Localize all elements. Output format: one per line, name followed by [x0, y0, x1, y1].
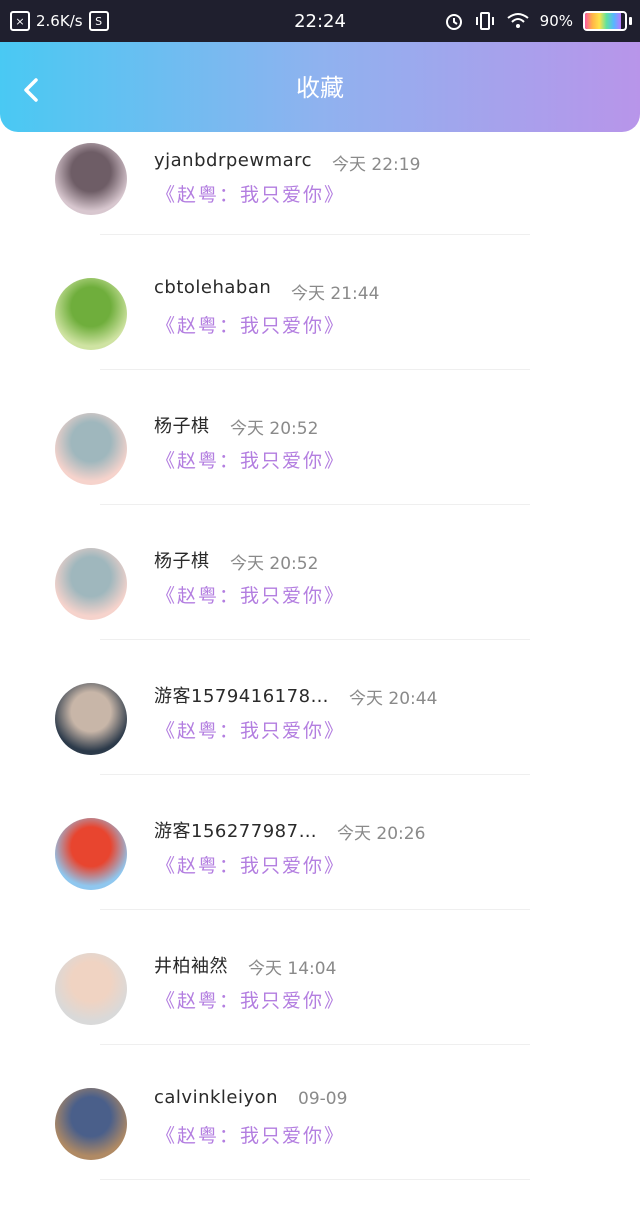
list-item[interactable]: yjanbdrpewmarc 今天 22:19 《赵粤：我只爱你》 [0, 143, 640, 235]
page-title: 收藏 [296, 74, 344, 102]
list-item[interactable]: 游客156277987… 今天 20:26 《赵粤：我只爱你》 [0, 775, 640, 910]
timestamp: 09-09 [298, 1089, 348, 1109]
avatar[interactable] [55, 953, 127, 1025]
timestamp: 今天 22:19 [332, 155, 421, 175]
header: 收藏 [0, 42, 640, 132]
avatar[interactable] [55, 1088, 127, 1160]
song-title[interactable]: 《赵粤：我只爱你》 [156, 851, 345, 878]
song-title[interactable]: 《赵粤：我只爱你》 [156, 581, 345, 608]
avatar[interactable] [55, 143, 127, 215]
user-name: 杨子棋 [154, 416, 210, 437]
list-item[interactable]: 井柏袖然 今天 14:04 《赵粤：我只爱你》 [0, 910, 640, 1045]
user-name: 杨子棋 [154, 551, 210, 572]
list-item[interactable]: calvinkleiyon 09-09 《赵粤：我只爱你》 [0, 1045, 640, 1180]
user-name: 游客156277987… [154, 821, 318, 842]
list-item[interactable]: 游客1579416178… 今天 20:44 《赵粤：我只爱你》 [0, 640, 640, 775]
timestamp: 今天 21:44 [291, 284, 380, 304]
avatar[interactable] [55, 683, 127, 755]
list-item[interactable]: 杨子棋 今天 20:52 《赵粤：我只爱你》 [0, 505, 640, 640]
song-title[interactable]: 《赵粤：我只爱你》 [156, 986, 345, 1013]
avatar[interactable] [55, 413, 127, 485]
timestamp: 今天 14:04 [248, 959, 337, 979]
user-name: yjanbdrpewmarc [154, 150, 313, 171]
timestamp: 今天 20:52 [230, 419, 319, 439]
timestamp: 今天 20:52 [230, 554, 319, 574]
status-right: 90% [444, 0, 632, 42]
avatar[interactable] [55, 548, 127, 620]
battery-tip [629, 17, 632, 25]
wifi-icon [507, 13, 529, 28]
avatar[interactable] [55, 278, 127, 350]
timestamp: 今天 20:26 [337, 824, 426, 844]
battery-icon [583, 11, 627, 31]
song-title[interactable]: 《赵粤：我只爱你》 [156, 716, 345, 743]
user-name: cbtolehaban [154, 277, 272, 298]
song-title[interactable]: 《赵粤：我只爱你》 [156, 180, 345, 207]
song-title[interactable]: 《赵粤：我只爱你》 [156, 446, 345, 473]
avatar[interactable] [55, 818, 127, 890]
user-name: 游客1579416178… [154, 686, 330, 707]
song-title[interactable]: 《赵粤：我只爱你》 [156, 311, 345, 338]
status-bar: × 2.6K/s S 22:24 90% [0, 0, 640, 42]
song-title[interactable]: 《赵粤：我只爱你》 [156, 1121, 345, 1148]
user-name: calvinkleiyon [154, 1087, 279, 1108]
alarm-icon [445, 14, 462, 30]
list-item[interactable]: 杨子棋 今天 20:52 《赵粤：我只爱你》 [0, 370, 640, 505]
battery-percent: 90% [539, 12, 573, 30]
favorites-list: yjanbdrpewmarc 今天 22:19 《赵粤：我只爱你》 cbtolehab… [0, 143, 640, 1180]
vibrate-icon [475, 12, 494, 30]
battery-level [585, 13, 621, 29]
list-item[interactable]: cbtolehaban 今天 21:44 《赵粤：我只爱你》 [0, 235, 640, 370]
user-name: 井柏袖然 [154, 956, 228, 977]
timestamp: 今天 20:44 [349, 689, 438, 709]
divider [100, 1179, 530, 1180]
